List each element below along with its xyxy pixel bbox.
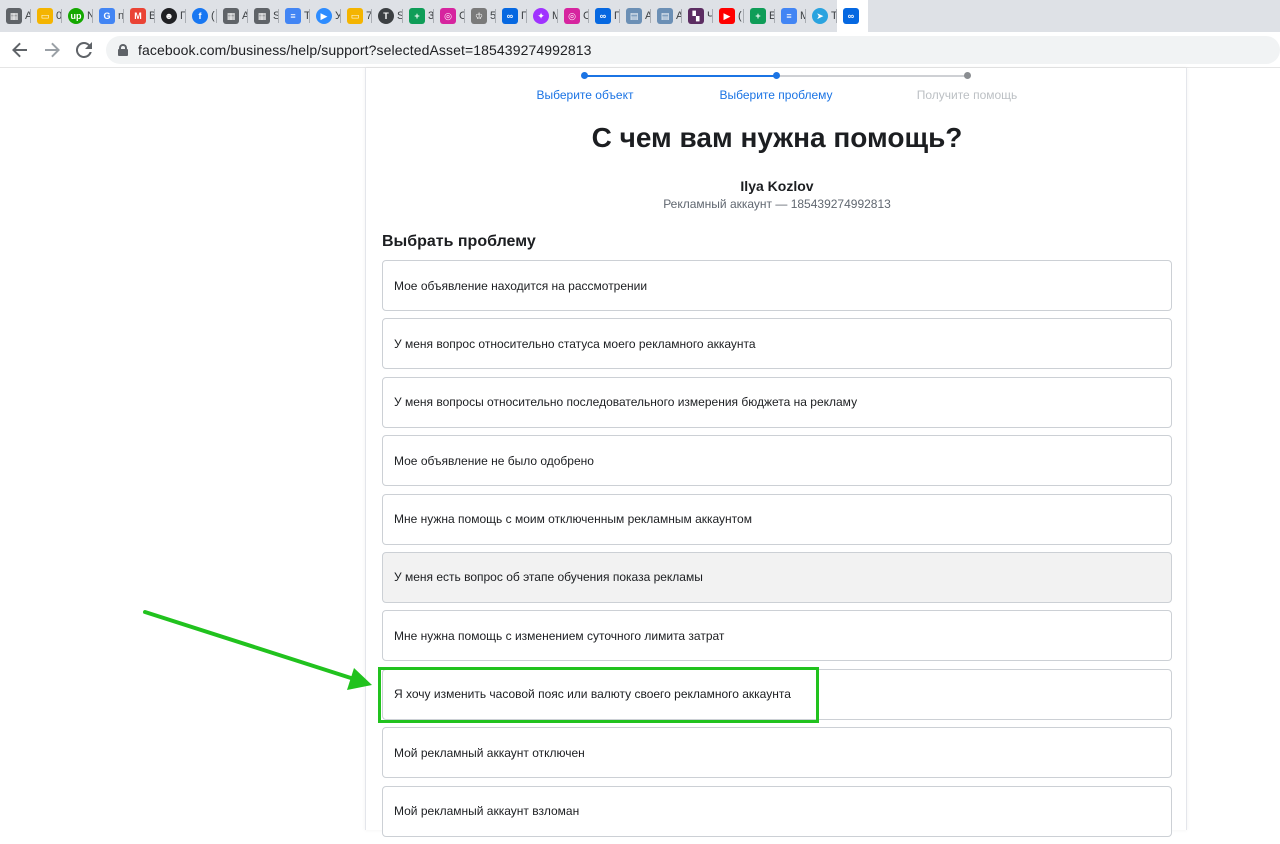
meta-icon: ∞ [595, 8, 611, 24]
browser-tab[interactable]: Gn [93, 0, 124, 32]
step-dot-1 [581, 72, 588, 79]
account-name: Ilya Kozlov [740, 178, 814, 194]
browser-tab[interactable]: + E [744, 0, 775, 32]
step-dot-2 [773, 72, 780, 79]
step-get-help: Получите помощь [916, 88, 1018, 102]
browser-tab[interactable]: ▶( [713, 0, 744, 32]
browser-tab[interactable]: ♔ 5 [465, 0, 496, 32]
browser-toolbar: facebook.com/business/help/support?selec… [0, 32, 1280, 68]
browser-tab[interactable]: up N [62, 0, 93, 32]
browser-tab[interactable]: ≡ T [279, 0, 310, 32]
slides-icon: ▭ [347, 8, 363, 24]
browser-tab[interactable]: ≡ M [775, 0, 806, 32]
forward-button[interactable] [36, 34, 68, 66]
problem-option[interactable]: Мой рекламный аккаунт взломан [382, 785, 1172, 837]
step-select-asset[interactable]: Выберите объект [537, 88, 634, 102]
notebook-icon: ▤ [657, 8, 673, 24]
browser-tab[interactable]: ▭ 0 [31, 0, 62, 32]
gmail-icon: M [130, 8, 146, 24]
problem-option[interactable]: Мое объявление не было одобрено [382, 435, 1172, 487]
stepper-line-done [584, 75, 776, 77]
browser-tab[interactable]: TS [372, 0, 403, 32]
browser-tab[interactable]: ∞ П [589, 0, 620, 32]
messenger-icon: ✦ [533, 8, 549, 24]
facebook-icon: f [192, 8, 208, 24]
stepper-line-todo [776, 75, 968, 77]
notebook-icon: ▤ [626, 8, 642, 24]
browser-tab[interactable]: ▤ A [620, 0, 651, 32]
google-icon: G [99, 8, 115, 24]
arrow-left-icon [12, 42, 27, 58]
chart-doc-icon: ▦ [223, 8, 239, 24]
arrow-right-icon [45, 42, 60, 58]
telegram-icon: ➤ [812, 8, 828, 24]
account-id: Рекламный аккаунт — 185439274992813 [663, 197, 891, 211]
address-bar[interactable]: facebook.com/business/help/support?selec… [106, 36, 1280, 64]
step-dot-3 [964, 72, 971, 79]
page-content: Выберите объект Выберите проблему Получи… [0, 68, 1280, 837]
problem-option[interactable]: Мне нужна помощь с изменением суточного … [382, 610, 1172, 662]
section-title: Выбрать проблему [382, 233, 536, 250]
meta-icon: ∞ [843, 8, 859, 24]
docs-icon: ≡ [285, 8, 301, 24]
problem-option-timezone-currency[interactable]: Я хочу изменить часовой пояс или валюту … [382, 668, 1172, 720]
browser-tab[interactable]: ✦ M [527, 0, 558, 32]
instagram-icon: ◎ [564, 8, 580, 24]
page-title: С чем вам нужна помощь? [591, 122, 963, 153]
browser-tab[interactable]: ☻ Г [155, 0, 186, 32]
browser-tab[interactable]: ▤ A [651, 0, 682, 32]
problem-option[interactable]: У меня вопрос относительно статуса моего… [382, 318, 1172, 370]
upwork-icon: up [68, 8, 84, 24]
youtube-icon: ▶ [719, 8, 735, 24]
zoom-icon: ▶ [316, 8, 332, 24]
browser-tab[interactable]: ▦ A [0, 0, 31, 32]
slides-icon: ▭ [37, 8, 53, 24]
problem-option[interactable]: Мне нужна помощь с моим отключенным рекл… [382, 493, 1172, 545]
browser-tab[interactable]: ▚ Ч [682, 0, 713, 32]
t-circle-icon: T [378, 8, 394, 24]
browser-tab[interactable]: ∞ [837, 0, 868, 32]
back-button[interactable] [4, 34, 36, 66]
chart-doc-icon: ▦ [6, 8, 22, 24]
alien-icon: ☻ [161, 8, 177, 24]
film-icon: ▚ [688, 8, 704, 24]
chart-doc-icon: ▦ [254, 8, 270, 24]
browser-tab[interactable]: ▦ S [248, 0, 279, 32]
browser-tab[interactable]: ▭ 7 [341, 0, 372, 32]
problem-option[interactable]: Мой рекламный аккаунт отключен [382, 727, 1172, 779]
browser-tab[interactable]: ◎ C [558, 0, 589, 32]
browser-tab[interactable]: ∞ П [496, 0, 527, 32]
browser-tab[interactable]: ▦ A [217, 0, 248, 32]
instagram-icon: ◎ [440, 8, 456, 24]
browser-tab[interactable]: ➤Te [806, 0, 837, 32]
lock-icon [118, 44, 128, 56]
sheets-icon: + [750, 8, 766, 24]
meta-icon: ∞ [502, 8, 518, 24]
problem-list: Мое объявление находится на рассмотрении… [382, 260, 1172, 844]
browser-tab[interactable]: +3 [403, 0, 434, 32]
problem-option[interactable]: Мое объявление находится на рассмотрении [382, 260, 1172, 311]
browser-tab[interactable]: ▶ У [310, 0, 341, 32]
docs-icon: ≡ [781, 8, 797, 24]
browser-tab[interactable]: f( [186, 0, 217, 32]
step-select-problem: Выберите проблему [719, 88, 833, 102]
url-text: facebook.com/business/help/support?selec… [138, 42, 592, 58]
problem-option[interactable]: У меня вопросы относительно последовател… [382, 376, 1172, 428]
browser-tab[interactable]: MB [124, 0, 155, 32]
support-card: Выберите объект Выберите проблему Получи… [365, 68, 1188, 837]
crown-icon: ♔ [471, 8, 487, 24]
reload-icon [76, 42, 92, 58]
browser-tab[interactable]: ◎ C [434, 0, 465, 32]
problem-option-hovered[interactable]: У меня есть вопрос об этапе обучения пок… [382, 551, 1172, 603]
reload-button[interactable] [68, 34, 100, 66]
sheets-icon: + [409, 8, 425, 24]
browser-tab-strip: ▦ A ▭ 0 up N Gn M B ☻ Гf(▦ A ▦ S ≡ T ▶ У ▭ 7 T S +3 ◎ C ♔ 5 ∞ П ✦ M ◎ C ∞… [0, 0, 1280, 32]
stepper: Выберите объект Выберите проблему Получи… [366, 68, 1188, 108]
